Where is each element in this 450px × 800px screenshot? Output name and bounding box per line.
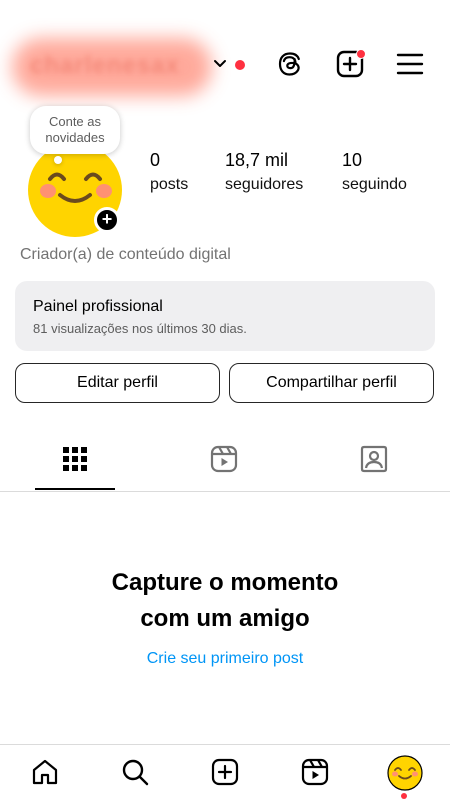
search-icon[interactable] xyxy=(120,757,150,787)
reels-icon[interactable] xyxy=(300,757,330,787)
share-profile-button[interactable]: Compartilhar perfil xyxy=(229,363,434,403)
professional-dashboard[interactable]: Painel profissional 81 visualizações nos… xyxy=(15,281,435,351)
profile-header: charlenesax xyxy=(0,0,450,110)
notification-dot xyxy=(401,793,407,799)
stat-followers[interactable]: 18,7 mil seguidores xyxy=(225,148,303,198)
empty-state-title: Capture o momento com um amigo xyxy=(111,569,339,632)
add-story-button[interactable]: + xyxy=(94,207,120,233)
threads-icon[interactable] xyxy=(274,48,306,80)
grid-icon[interactable] xyxy=(60,444,90,474)
profile-tabs xyxy=(0,440,450,492)
notification-dot xyxy=(356,49,366,59)
note-bubble[interactable]: Conte as novidades xyxy=(30,106,120,154)
profile-avatar[interactable] xyxy=(387,755,423,791)
chevron-down-icon[interactable] xyxy=(212,56,228,72)
stat-posts[interactable]: 0 posts xyxy=(150,148,188,198)
home-icon[interactable] xyxy=(30,757,60,787)
username[interactable]: charlenesax xyxy=(30,52,180,80)
stat-value: 10 xyxy=(342,150,363,170)
stat-label: seguidores xyxy=(225,176,304,193)
create-first-post-link[interactable]: Crie seu primeiro post xyxy=(0,650,450,668)
stat-label: seguindo xyxy=(342,176,407,193)
create-icon[interactable] xyxy=(210,757,240,787)
tagged-icon[interactable] xyxy=(359,444,389,474)
panel-subtitle: 81 visualizações nos últimos 30 dias. xyxy=(33,321,247,336)
stat-value: 0 xyxy=(150,150,161,170)
stat-value: 18,7 mil xyxy=(225,150,289,170)
stat-label: posts xyxy=(150,176,189,193)
edit-profile-button[interactable]: Editar perfil xyxy=(15,363,220,403)
note-bubble-tail xyxy=(54,156,62,164)
reels-icon[interactable] xyxy=(209,444,239,474)
menu-icon[interactable] xyxy=(394,48,426,80)
stat-following[interactable]: 10 seguindo xyxy=(342,148,407,198)
notification-dot xyxy=(235,60,245,70)
profile-category: Criador(a) de conteúdo digital xyxy=(20,246,231,263)
active-tab-indicator xyxy=(35,488,115,490)
bottom-nav xyxy=(0,744,450,800)
panel-title: Painel profissional xyxy=(33,298,163,315)
